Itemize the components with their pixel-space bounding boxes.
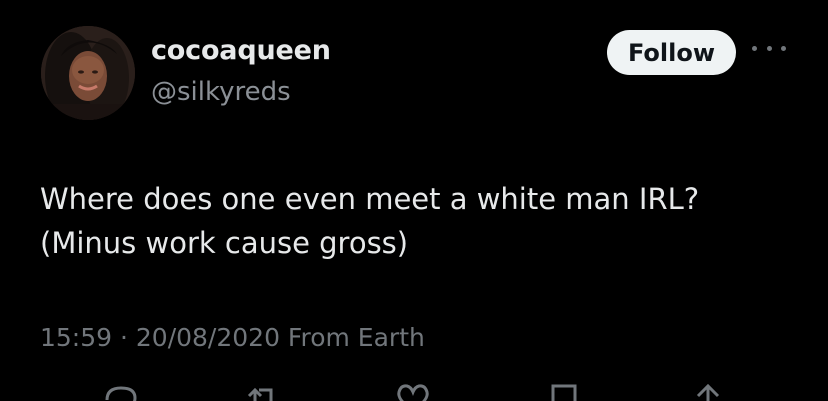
bookmark-icon[interactable]	[545, 382, 585, 401]
action-bar	[0, 382, 828, 401]
more-dot	[766, 45, 772, 51]
reply-icon[interactable]	[101, 382, 141, 401]
more-dot	[752, 45, 757, 51]
more-dot	[781, 45, 786, 51]
avatar-image	[41, 26, 135, 120]
tweet-text-line: (Minus work cause gross)	[40, 226, 409, 260]
heart-icon[interactable]	[393, 382, 433, 401]
tweet-text-line: Where does one even meet a white man IRL…	[40, 182, 700, 216]
share-icon[interactable]	[688, 382, 728, 401]
tweet-timestamp[interactable]: 15:59 · 20/08/2020 From Earth	[40, 323, 425, 352]
tweet-card: cocoaqueen @silkyreds Follow Where does …	[0, 0, 828, 401]
tweet-text: Where does one even meet a white man IRL…	[40, 177, 800, 265]
avatar[interactable]	[41, 26, 135, 120]
display-name[interactable]: cocoaqueen	[151, 35, 331, 66]
user-handle[interactable]: @silkyreds	[151, 77, 291, 107]
follow-button[interactable]: Follow	[607, 30, 736, 75]
more-horizontal-icon[interactable]	[752, 38, 786, 58]
retweet-icon[interactable]	[243, 382, 283, 401]
